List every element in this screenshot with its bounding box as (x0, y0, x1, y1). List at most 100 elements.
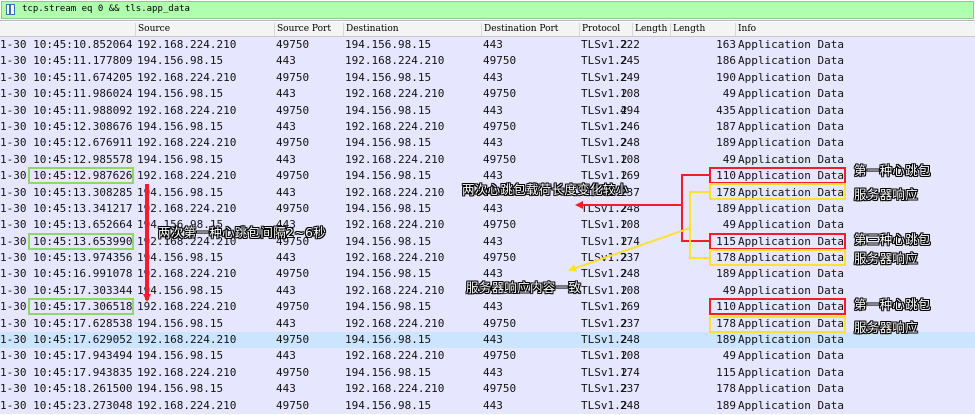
column-header-destination-port[interactable]: Destination Port (481, 23, 558, 36)
packet-row[interactable]: 1-30 10:45:11.988092 192.168.224.210 49750… (0, 102, 975, 119)
row-time: 1-30 10:45:11.177809 (0, 54, 133, 68)
column-header-source[interactable]: Source (135, 23, 170, 36)
row-destination: 192.168.224.210 (345, 54, 445, 68)
row-info: Application Data (738, 185, 844, 199)
row-length-2: 189 (716, 398, 736, 412)
packet-row[interactable]: 1-30 10:45:17.628538 194.156.98.15 443 192.… (0, 315, 975, 333)
row-time: 1-30 10:45:11.988092 (0, 103, 133, 117)
display-filter-input[interactable]: tcp.stream eq 0 && tls.app_data (1, 1, 974, 19)
bookmark-icon[interactable] (6, 4, 15, 15)
row-info: Application Data (738, 201, 844, 215)
column-header-destination[interactable]: Destination (343, 23, 399, 36)
packet-row[interactable]: 1-30 10:45:12.308676 194.156.98.15 443 192.… (0, 118, 975, 136)
packet-row[interactable]: 1-30 10:45:11.177809 194.156.98.15 443 192.… (0, 53, 975, 70)
column-header-length-2[interactable]: Length (670, 23, 705, 36)
row-info: Application Data (738, 87, 844, 101)
row-destination-port: 443 (483, 201, 503, 215)
row-info: Application Data (738, 251, 844, 265)
row-destination: 194.156.98.15 (345, 333, 432, 347)
row-destination: 192.168.224.210 (345, 316, 445, 330)
label-interval: 两次第一种心跳包间隔2~6秒 (158, 225, 327, 240)
packet-row[interactable]: 1-30 10:45:18.261500 194.156.98.15 443 192.… (0, 381, 975, 398)
row-time: 1-30 10:45:13.652664 (0, 218, 133, 232)
packet-row[interactable]: 1-30 10:45:17.943494 194.156.98.15 443 192.… (0, 348, 975, 365)
packet-row[interactable]: 1-30 10:45:23.273048 192.168.224.210 49750… (0, 397, 975, 414)
row-source: 192.168.224.210 (137, 267, 237, 281)
row-destination-port: 443 (483, 234, 503, 248)
row-time: 1-30 10:45:12.987626 (0, 169, 133, 183)
row-info: Application Data (738, 316, 844, 330)
row-length: 108 (620, 87, 640, 101)
label-server-response-1: 服务器响应 (854, 187, 919, 202)
packet-row[interactable]: 1-30 10:45:10.852064 192.168.224.210 49750… (0, 37, 975, 54)
column-header-info[interactable]: Info (735, 23, 756, 36)
row-info: Application Data (738, 103, 844, 117)
row-source-port: 49750 (276, 267, 310, 281)
row-length-2: 189 (716, 333, 736, 347)
packet-row[interactable]: 1-30 10:45:11.986024 194.156.98.15 443 192.… (0, 86, 975, 103)
row-destination: 192.168.224.210 (345, 119, 445, 133)
row-info: Application Data (738, 136, 844, 150)
row-source-port: 443 (276, 283, 296, 297)
row-time: 1-30 10:45:17.943835 (0, 365, 133, 379)
row-length: 108 (620, 218, 640, 232)
row-length: 246 (620, 119, 640, 133)
row-source-port: 49750 (276, 300, 310, 314)
row-source: 194.156.98.15 (137, 316, 224, 330)
row-length-2: 189 (716, 136, 736, 150)
packet-row[interactable]: 1-30 10:45:13.652664 194.156.98.15 443 192.… (0, 217, 975, 234)
row-length: 494 (620, 103, 640, 117)
packet-row[interactable]: 1-30 10:45:12.676911 192.168.224.210 49750… (0, 135, 975, 152)
row-info: Application Data (738, 152, 844, 166)
row-source-port: 443 (276, 185, 296, 199)
column-header-length[interactable]: Length (632, 23, 667, 36)
row-info: Application Data (738, 365, 844, 379)
packet-row[interactable]: 1-30 10:45:12.985578 194.156.98.15 443 192.… (0, 151, 975, 169)
row-destination: 194.156.98.15 (345, 136, 432, 150)
row-destination-port: 443 (483, 365, 503, 379)
row-destination-port: 443 (483, 333, 503, 347)
row-destination: 192.168.224.210 (345, 251, 445, 265)
row-time: 1-30 10:45:11.674205 (0, 70, 133, 84)
row-info: Application Data (738, 169, 844, 183)
row-destination: 194.156.98.15 (345, 234, 432, 248)
row-length: 169 (620, 300, 640, 314)
row-destination: 192.168.224.210 (345, 349, 445, 363)
row-info: Application Data (738, 218, 844, 232)
row-source: 194.156.98.15 (137, 185, 224, 199)
packet-row[interactable]: 1-30 10:45:13.974356 194.156.98.15 443 192.… (0, 250, 975, 267)
packet-row[interactable]: 1-30 10:45:13.653990 192.168.224.210 49750… (0, 233, 975, 251)
column-header-source-port[interactable]: Source Port (274, 23, 331, 36)
packet-list: 1-30 10:45:10.852064 192.168.224.210 49750… (0, 37, 975, 414)
row-source-port: 49750 (276, 136, 310, 150)
row-length-2: 110 (716, 169, 736, 183)
packet-row[interactable]: 1-30 10:45:17.943835 192.168.224.210 49750… (0, 364, 975, 382)
row-source: 192.168.224.210 (137, 398, 237, 412)
row-destination-port: 443 (483, 398, 503, 412)
row-length: 174 (620, 234, 640, 248)
row-source: 194.156.98.15 (137, 152, 224, 166)
row-source: 192.168.224.210 (137, 169, 237, 183)
row-source-port: 49750 (276, 38, 310, 51)
row-length-2: 178 (716, 316, 736, 330)
row-length: 108 (620, 283, 640, 297)
row-time: 1-30 10:45:11.986024 (0, 87, 133, 101)
packet-row[interactable]: 1-30 10:45:13.341217 192.168.224.210 49750… (0, 200, 975, 218)
column-header-protocol[interactable]: Protocol (579, 23, 620, 36)
row-info: Application Data (738, 234, 844, 248)
row-source: 192.168.224.210 (137, 365, 237, 379)
row-destination: 192.168.224.210 (345, 152, 445, 166)
packet-row[interactable]: 1-30 10:45:11.674205 192.168.224.210 49750… (0, 69, 975, 87)
row-info: Application Data (738, 283, 844, 297)
row-destination-port: 443 (483, 300, 503, 314)
row-length-2: 178 (716, 185, 736, 199)
packet-row[interactable]: 1-30 10:45:17.306518 192.168.224.210 49750… (0, 299, 975, 316)
packet-row[interactable]: 1-30 10:45:17.629052 192.168.224.210 49750… (0, 332, 975, 349)
row-source: 192.168.224.210 (137, 136, 237, 150)
row-source-port: 49750 (276, 398, 310, 412)
row-time: 1-30 10:45:12.676911 (0, 136, 133, 150)
row-length-2: 178 (716, 251, 736, 265)
row-time: 1-30 10:45:17.629052 (0, 333, 133, 347)
row-time: 1-30 10:45:12.985578 (0, 152, 133, 166)
row-destination-port: 443 (483, 136, 503, 150)
